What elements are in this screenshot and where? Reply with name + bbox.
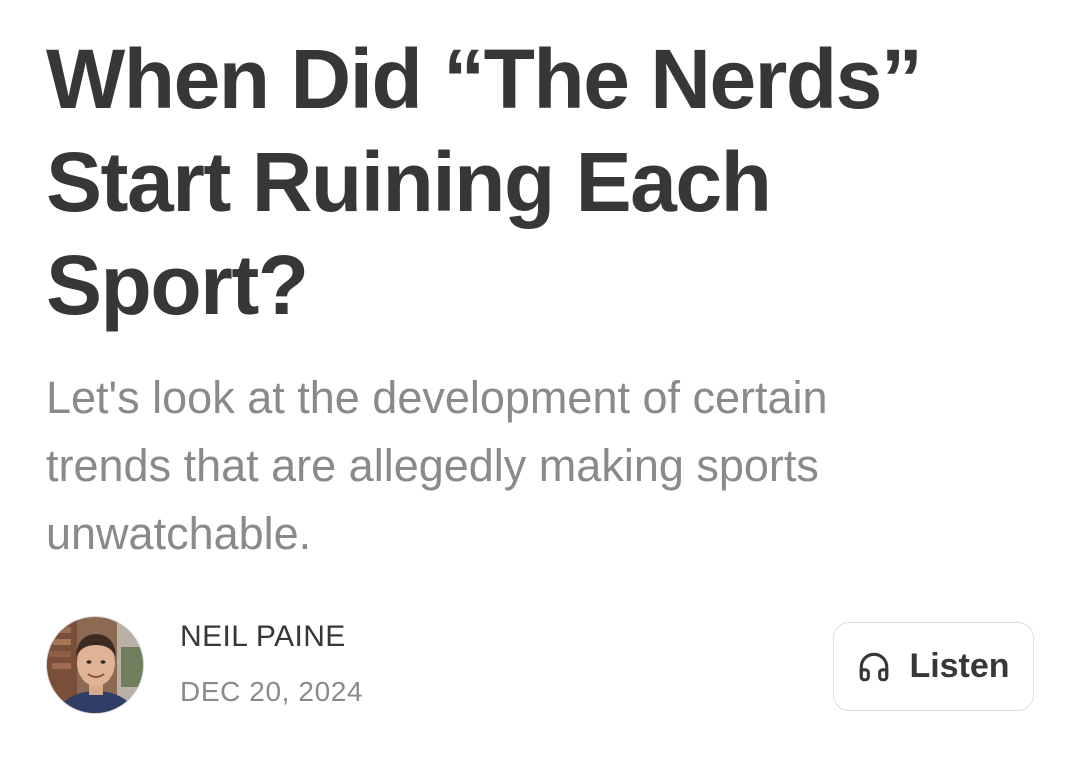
post-date: DEC 20, 2024 [180,676,364,707]
headphones-icon [857,650,891,684]
listen-button[interactable]: Listen [833,622,1034,711]
article-header: When Did “The Nerds” Start Ruining Each … [46,28,1046,337]
article-title: When Did “The Nerds” Start Ruining Each … [46,32,923,332]
author-avatar[interactable] [46,616,144,714]
author-photo [47,617,143,713]
listen-label: Listen [909,647,1010,685]
article-subtitle: Let's look at the development of certain… [46,372,828,559]
author-name[interactable]: NEIL PAINE [180,620,346,654]
byline: NEIL PAINE DEC 20, 2024 Listen [46,616,1036,716]
